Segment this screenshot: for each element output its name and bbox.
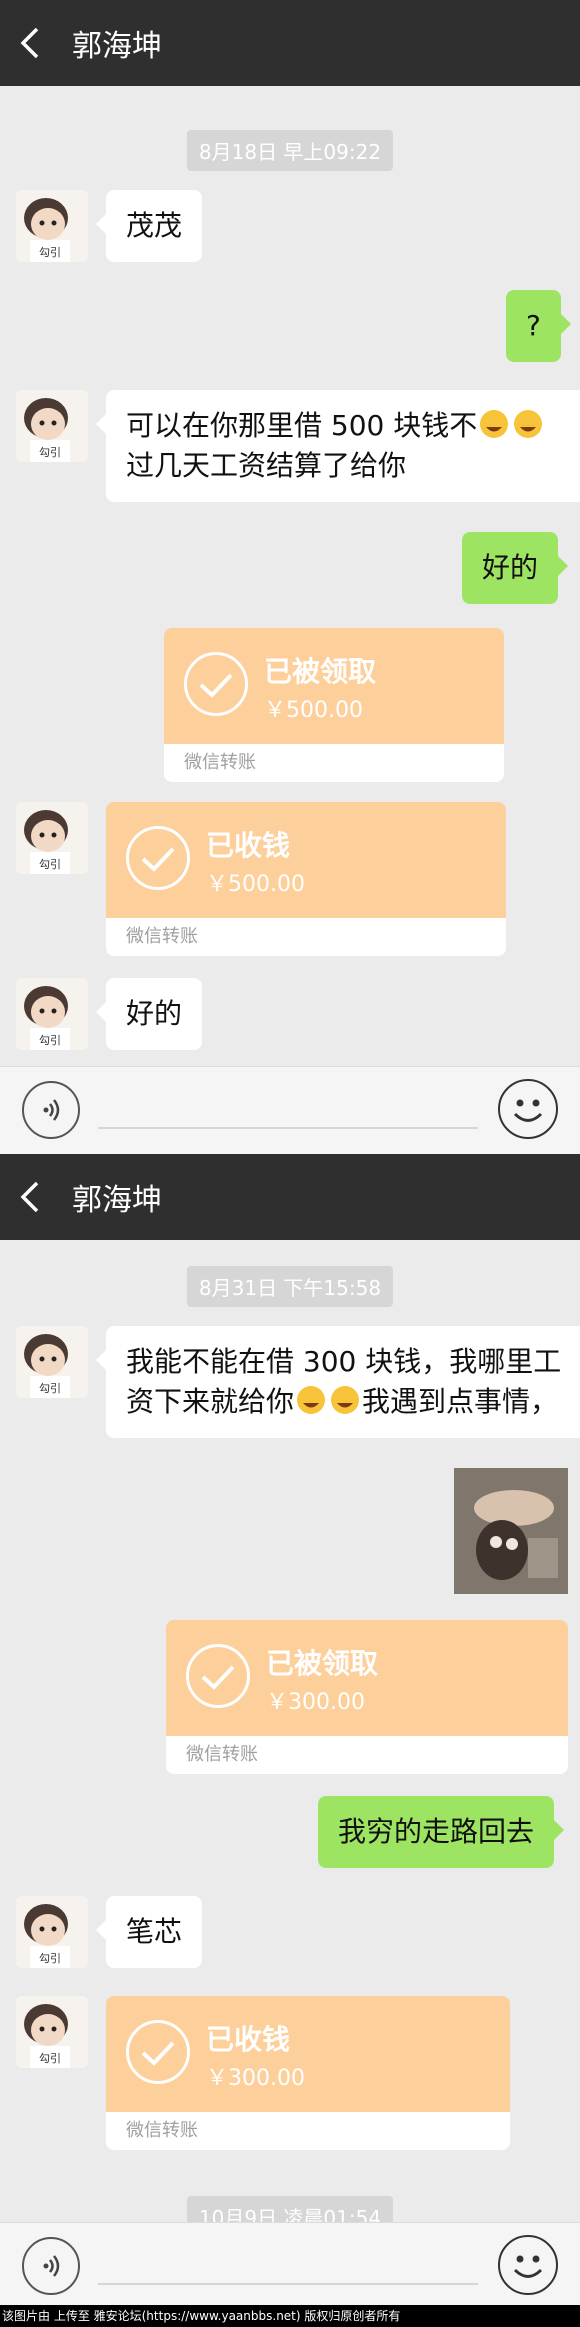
avatar-caption: 勾引 [39,857,61,871]
watermark-footer: 该图片由 上传至 雅安论坛(https://www.yaanbbs.net) 版… [0,2305,580,2327]
avatar-caption: 勾引 [39,445,61,459]
back-arrow-icon [20,1181,39,1213]
transfer-label: 微信转账 [106,918,506,956]
check-icon [126,826,190,890]
transfer-card-incoming[interactable]: 已收钱 ￥300.00 微信转账 [106,1996,510,2150]
message-input[interactable] [98,2283,478,2285]
message-bubble[interactable]: 我能不能在借 300 块钱，我哪里工 资下来就给你 我遇到点事情， [96,1326,580,1438]
message-bubble[interactable]: 好的 [95,978,203,1050]
transfer-card-incoming[interactable]: 已收钱 ￥500.00 微信转账 [106,802,506,956]
chat-title: 郭海坤 [72,1183,162,1218]
voice-button[interactable] [22,2237,80,2295]
input-bar [0,1066,580,1154]
avatar[interactable]: 勾引 [16,978,88,1050]
baby-avatar-icon: 勾引 [16,1896,88,1968]
back-button[interactable] [0,1154,60,1240]
smiley-icon [513,1099,543,1122]
message-bubble-outgoing[interactable]: ? [506,290,571,362]
image-message[interactable] [454,1468,568,1594]
timestamp: 8月31日 下午15:58 [0,1266,580,1307]
message-bubble[interactable]: 茂茂 [95,190,203,262]
timestamp: 8月18日 早上09:22 [0,130,580,171]
transfer-status: 已被领取 [266,1647,379,1680]
transfer-amount: ￥500.00 [206,872,305,897]
transfer-status: 已被领取 [264,655,377,688]
back-button[interactable] [0,0,60,86]
emoji-button[interactable] [498,2235,558,2295]
avatar-caption: 勾引 [39,245,61,259]
transfer-amount: ￥300.00 [266,1690,365,1715]
baby-avatar-icon: 勾引 [16,802,88,874]
chat-area[interactable]: 8月31日 下午15:58 勾引 我能不能在借 300 块钱，我哪里工 资下来就… [0,1240,580,2222]
transfer-amount: ￥300.00 [206,2066,305,2091]
check-icon [126,2020,190,2084]
message-bubble[interactable]: 可以在你那里借 500 块钱不 过几天工资结算了给你 [96,390,580,502]
avatar[interactable]: 勾引 [16,802,88,874]
input-bar [0,2222,580,2305]
message-bubble-outgoing[interactable]: 我穷的走路回去 [318,1796,565,1868]
avatar[interactable]: 勾引 [16,1896,88,1968]
transfer-status: 已收钱 [206,2023,291,2056]
voice-button[interactable] [22,1081,80,1139]
check-icon [184,652,248,716]
transfer-label: 微信转账 [106,2112,510,2150]
transfer-amount: ￥500.00 [264,698,363,723]
back-arrow-icon [20,27,39,59]
avatar[interactable]: 勾引 [16,190,88,262]
transfer-card-outgoing[interactable]: 已被领取 ￥500.00 微信转账 [164,628,504,782]
chat-header: 郭海坤 [0,0,580,86]
avatar[interactable]: 勾引 [16,1326,88,1398]
avatar-caption: 勾引 [39,2051,61,2065]
transfer-label: 微信转账 [166,1736,568,1774]
baby-avatar-icon: 勾引 [16,978,88,1050]
avatar[interactable]: 勾引 [16,390,88,462]
avatar-caption: 勾引 [39,1033,61,1047]
baby-avatar-icon: 勾引 [16,1996,88,2068]
baby-avatar-icon: 勾引 [16,1326,88,1398]
transfer-card-outgoing[interactable]: 已被领取 ￥300.00 微信转账 [166,1620,568,1774]
emoji-button[interactable] [498,1079,558,1139]
message-input[interactable] [98,1127,478,1129]
message-bubble-outgoing[interactable]: 好的 [462,532,569,604]
chat-header: 郭海坤 [0,1154,580,1240]
message-bubble[interactable]: 笔芯 [95,1896,203,1968]
laughing-emoji-icon [297,1386,326,1414]
timestamp: 10月9日 凌晨01:54 [0,2196,580,2222]
avatar-caption: 勾引 [39,1381,61,1395]
baby-avatar-icon: 勾引 [16,190,88,262]
check-icon [186,1644,250,1708]
laughing-emoji-icon [331,1386,360,1414]
voice-icon [43,1099,60,1121]
avatar[interactable]: 勾引 [16,1996,88,2068]
laughing-emoji-icon [480,410,509,438]
chat-area[interactable]: 8月18日 早上09:22 勾引 茂茂 ? 勾引 可以在你那里借 500 块钱不… [0,86,580,1066]
avatar-caption: 勾引 [39,1951,61,1965]
laughing-emoji-icon [514,410,543,438]
chat-title: 郭海坤 [72,29,162,64]
baby-avatar-icon: 勾引 [16,390,88,462]
transfer-status: 已收钱 [206,829,291,862]
animal-photo-icon [454,1468,568,1594]
voice-icon [43,2255,60,2277]
transfer-label: 微信转账 [164,744,504,782]
smiley-icon [513,2255,543,2278]
